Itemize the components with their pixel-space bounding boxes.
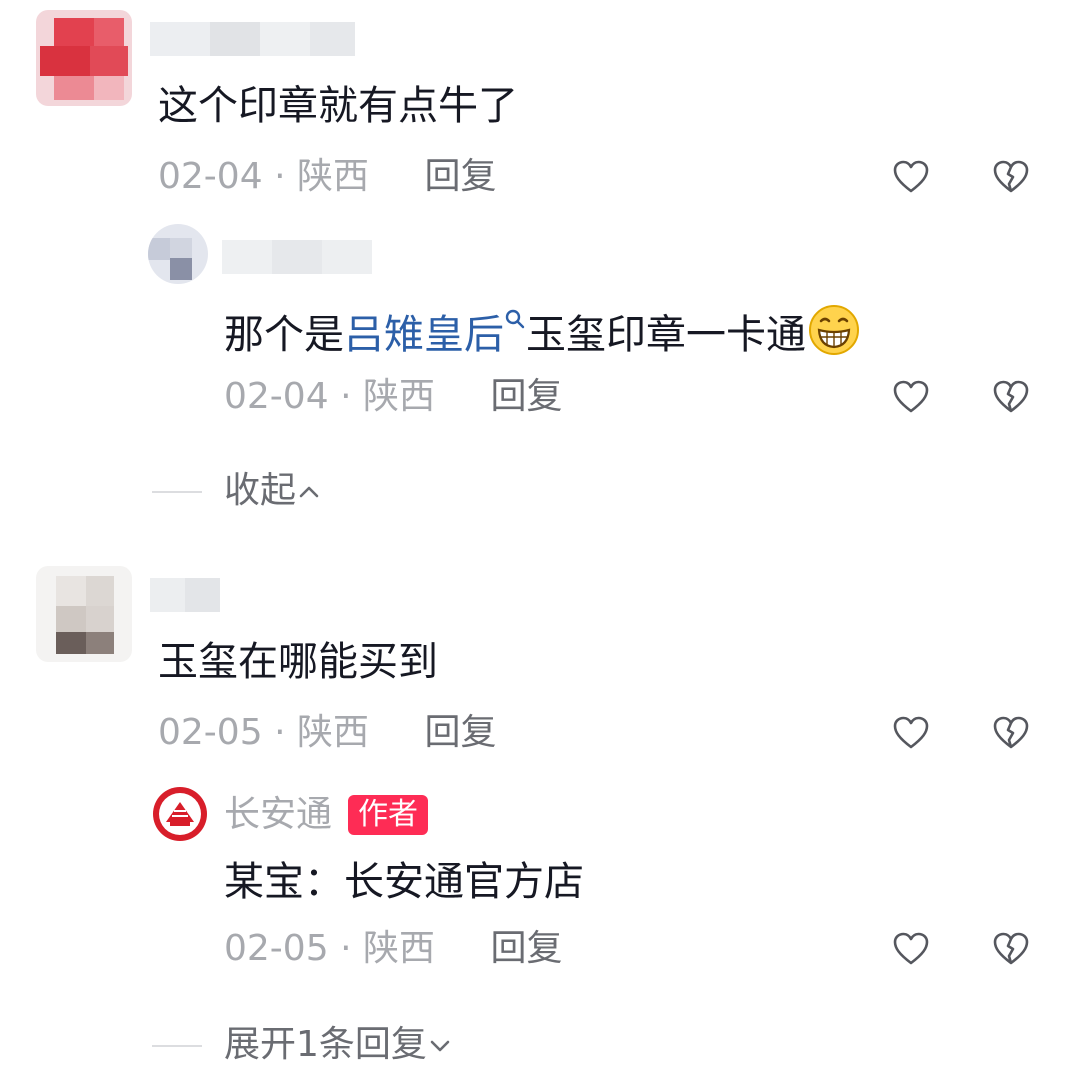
comment-date: 02-04	[158, 156, 263, 197]
heart-outline-icon[interactable]	[891, 377, 931, 417]
user-avatar[interactable]	[36, 566, 132, 662]
comment-text: 玉玺在哪能买到	[158, 639, 438, 685]
reply-region: 陕西	[362, 376, 435, 417]
search-icon[interactable]	[504, 308, 526, 334]
reply-date: 02-04	[224, 376, 329, 417]
author-name[interactable]: 长安通	[224, 793, 332, 837]
reply-button[interactable]: 回复	[490, 376, 562, 417]
username-blurred[interactable]	[150, 22, 355, 56]
heart-outline-icon[interactable]	[891, 929, 931, 969]
collapse-label: 收起	[224, 470, 297, 511]
reply-meta: 02-05 · 陕西 回复	[224, 927, 562, 971]
username-blurred[interactable]	[150, 578, 220, 612]
chevron-down-icon	[430, 1040, 450, 1052]
user-avatar[interactable]	[36, 10, 132, 106]
fold-divider	[152, 491, 202, 493]
reply-username-blurred[interactable]	[222, 240, 372, 274]
author-badge: 作者	[348, 795, 428, 835]
broken-heart-icon[interactable]	[991, 713, 1031, 753]
comment-region: 陕西	[296, 156, 369, 197]
reply-date: 02-05	[224, 928, 329, 969]
meta-separator: ·	[274, 712, 286, 753]
chevron-up-icon	[299, 486, 319, 498]
reply-user-avatar[interactable]	[148, 224, 208, 284]
reply-region: 陕西	[362, 928, 435, 969]
search-keyword-link[interactable]: 吕雉皇后	[344, 312, 504, 358]
heart-outline-icon[interactable]	[891, 157, 931, 197]
fold-divider	[152, 1045, 202, 1047]
reply-button[interactable]: 回复	[424, 712, 496, 753]
reply-button[interactable]: 回复	[424, 156, 496, 197]
expand-replies-button[interactable]: 展开1条回复	[224, 1023, 453, 1067]
broken-heart-icon[interactable]	[991, 929, 1031, 969]
meta-separator: ·	[274, 156, 286, 197]
reply-text-post: 玉玺印章一卡通	[526, 312, 806, 358]
comment-meta: 02-05 · 陕西 回复	[158, 711, 496, 755]
comment-date: 02-05	[158, 712, 263, 753]
reply-button[interactable]: 回复	[490, 928, 562, 969]
heart-outline-icon[interactable]	[891, 713, 931, 753]
author-avatar[interactable]	[152, 786, 208, 842]
collapse-replies-button[interactable]: 收起	[224, 469, 322, 513]
comment-text: 这个印章就有点牛了	[158, 83, 518, 129]
reply-meta: 02-04 · 陕西 回复	[224, 375, 562, 419]
reply-text: 某宝：长安通官方店	[224, 859, 584, 905]
reply-text-pre: 那个是	[224, 312, 344, 358]
meta-separator: ·	[340, 928, 352, 969]
broken-heart-icon[interactable]	[991, 377, 1031, 417]
reply-text: 那个是吕雉皇后 玉玺印章一卡通	[224, 304, 860, 359]
expand-label: 展开1条回复	[224, 1024, 427, 1065]
grinning-face-emoji	[809, 305, 859, 355]
comment-region: 陕西	[296, 712, 369, 753]
comment-meta: 02-04 · 陕西 回复	[158, 155, 496, 199]
meta-separator: ·	[340, 376, 352, 417]
broken-heart-icon[interactable]	[991, 157, 1031, 197]
